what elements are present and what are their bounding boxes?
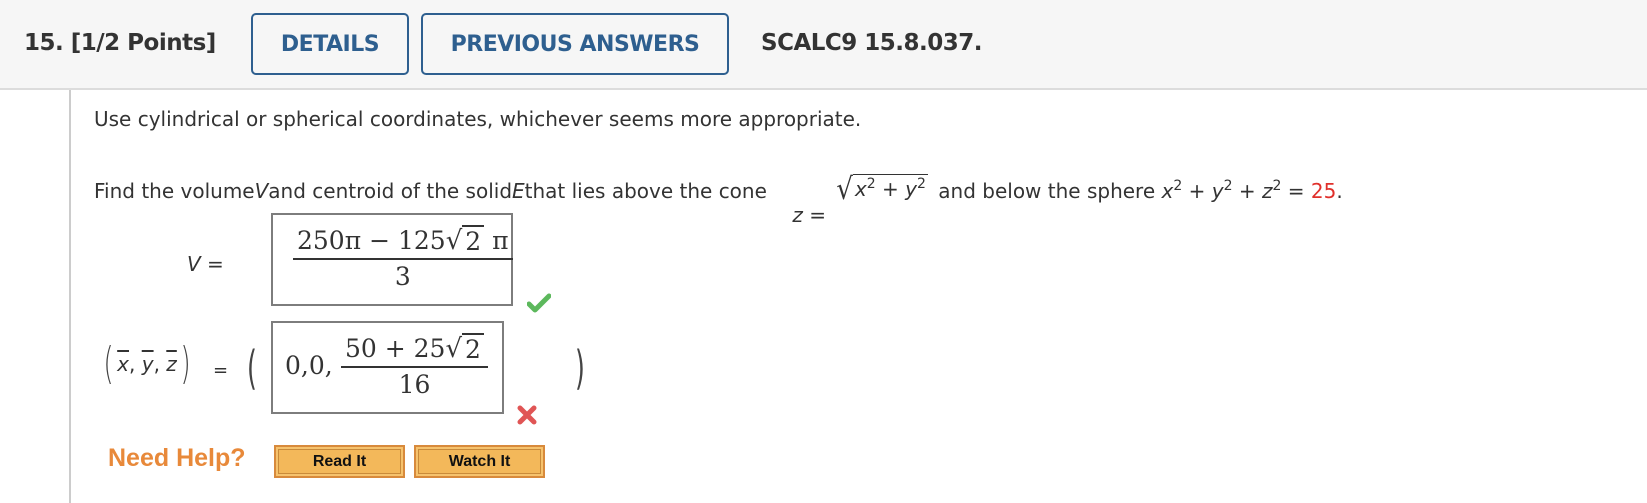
right-paren: ) [575, 341, 585, 395]
centroid-vars: x, y, z [117, 352, 177, 376]
var-e: E [512, 179, 525, 203]
radical-icon: √ [445, 226, 463, 256]
centroid-answer-box[interactable]: 0,0, 50 + 25 √ 2 16 [271, 321, 504, 414]
var-z: z [792, 203, 803, 227]
centroid-label: ( x, y, z ) [100, 342, 194, 386]
fraction-numerator: 50 + 25 √ 2 [341, 333, 488, 368]
equals-sign: = [802, 203, 833, 227]
volume-label: V = [187, 252, 224, 276]
fraction-numerator: 250π − 125 √ 2 π [293, 225, 513, 260]
sqrt: √ 2 [445, 333, 484, 364]
right-paren: ) [180, 338, 191, 389]
exponent: 2 [1223, 178, 1233, 194]
exponent: 2 [866, 176, 876, 192]
equals-sign: = [200, 252, 224, 276]
details-button[interactable]: DETAILS [251, 13, 409, 75]
incorrect-x-icon [516, 404, 538, 430]
radicand: 2 [462, 333, 484, 364]
var-y-bar: y [141, 352, 154, 376]
sphere-equation: x2 + y2 + z2 = 25. [1162, 179, 1343, 203]
equals-sign: = [213, 360, 229, 381]
sphere-value: 25 [1310, 179, 1337, 203]
previous-answers-button[interactable]: PREVIOUS ANSWERS [421, 13, 729, 75]
question-reference: SCALC9 15.8.037. [761, 30, 983, 56]
statement-text: and below the sphere [931, 179, 1162, 203]
var-y: y [905, 177, 917, 201]
var-v: V [254, 179, 269, 203]
plus-sign: + [1232, 179, 1262, 203]
need-help-label: Need Help? [108, 444, 246, 472]
exponent: 2 [1173, 178, 1183, 194]
var-x: x [1161, 179, 1174, 203]
plus-sign: + [875, 177, 906, 201]
var-x-bar: x [117, 352, 130, 376]
numerator-text: 50 + 25 [345, 334, 446, 363]
var-v: V [187, 252, 201, 276]
volume-fraction: 250π − 125 √ 2 π 3 [293, 225, 513, 291]
radical-icon: √ [445, 334, 463, 364]
radicand: 2 [462, 225, 485, 256]
left-divider [69, 90, 71, 503]
statement-text: and centroid of the solid [268, 179, 513, 203]
sqrt: √ 2 [445, 225, 485, 256]
var-z-bar: z [166, 352, 177, 376]
watch-it-button[interactable]: Watch It [414, 445, 545, 478]
instruction-text: Use cylindrical or spherical coordinates… [94, 107, 862, 131]
centroid-prefix: 0,0, [285, 351, 333, 380]
centroid-fraction: 50 + 25 √ 2 16 [341, 333, 488, 399]
statement-text: Find the volume [94, 179, 255, 203]
fraction-denominator: 3 [394, 262, 411, 291]
statement-text: that lies above the cone [524, 179, 767, 203]
numerator-text: π [484, 226, 509, 255]
exponent: 2 [917, 176, 926, 192]
radical-icon: √ [836, 172, 853, 208]
var-y: y [1211, 179, 1224, 203]
numerator-text: 250π − 125 [297, 226, 446, 255]
question-header: 15. [1/2 Points] DETAILS PREVIOUS ANSWER… [0, 0, 1647, 90]
read-it-button[interactable]: Read It [274, 445, 405, 478]
period: . [1336, 179, 1343, 203]
cone-equation: z = [767, 179, 832, 251]
var-z: z [1262, 179, 1273, 203]
left-paren: ( [103, 338, 114, 389]
left-paren: ( [247, 341, 257, 395]
comma: , [153, 352, 167, 376]
correct-check-icon [526, 293, 552, 317]
question-number: 15. [1/2 Points] [24, 30, 216, 56]
radicand: x2 + y2 [852, 174, 928, 201]
volume-answer-box[interactable]: 250π − 125 √ 2 π 3 [271, 213, 513, 306]
comma: , [129, 352, 142, 376]
plus-sign: + [1182, 179, 1212, 203]
cone-sqrt: √ x2 + y2 [836, 172, 928, 208]
fraction-denominator: 16 [398, 370, 431, 399]
equals-sign: = [1281, 179, 1311, 203]
var-x: x [854, 177, 867, 201]
